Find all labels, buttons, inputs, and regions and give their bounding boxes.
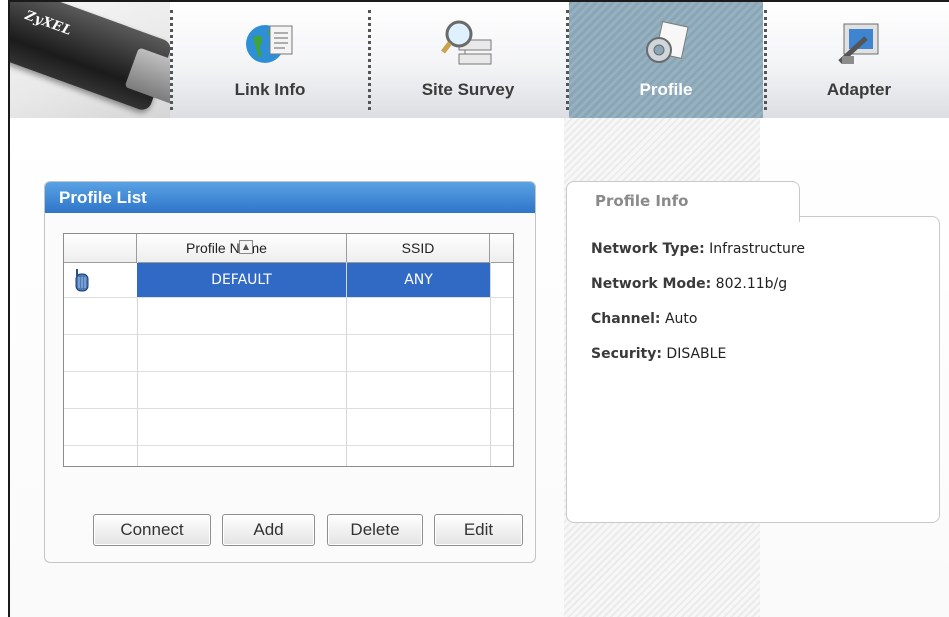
network-type-label: Network Type:: [591, 241, 705, 257]
channel-label: Channel:: [591, 311, 661, 327]
tab-site-survey[interactable]: Site Survey: [371, 2, 565, 118]
network-mode-value: 802.11b/g: [715, 276, 788, 292]
adapter-icon: [838, 23, 879, 64]
row-divider: [64, 334, 513, 335]
table-row-ssid[interactable]: ANY: [347, 263, 490, 297]
row-divider: [64, 297, 513, 298]
infrastructure-ap-icon: [75, 269, 89, 292]
profile-info-title: Profile Info: [595, 192, 689, 210]
row-divider: [64, 408, 513, 409]
security-label: Security:: [591, 346, 662, 362]
header-ssid[interactable]: SSID: [347, 234, 490, 262]
profile-list-title: Profile List: [45, 182, 535, 213]
tab-link-info-label: Link Info: [234, 80, 306, 99]
delete-button[interactable]: Delete: [327, 514, 423, 546]
table-header: Profile Name ▲ SSID: [64, 234, 513, 263]
tab-profile[interactable]: Profile: [569, 2, 763, 118]
connect-button[interactable]: Connect: [93, 514, 211, 546]
network-type-row: Network Type: Infrastructure: [591, 241, 805, 257]
tab-link-info[interactable]: Link Info: [173, 2, 367, 118]
profile-info-tab: Profile Info: [566, 181, 800, 222]
sort-ascending-icon[interactable]: ▲: [239, 240, 253, 254]
channel-row: Channel: Auto: [591, 311, 697, 327]
globe-document-icon: [246, 25, 293, 63]
channel-value: Auto: [664, 311, 698, 327]
row-divider: [64, 445, 513, 446]
security-row: Security: DISABLE: [591, 346, 726, 362]
tab-adapter-label: Adapter: [826, 80, 892, 99]
edit-button[interactable]: Edit: [434, 514, 523, 546]
table-row-profile-name[interactable]: DEFAULT: [137, 263, 346, 297]
tab-adapter[interactable]: Adapter: [767, 2, 949, 118]
top-nav-bar: ZyXEL Link Info Site Survey Profile Adap…: [10, 2, 949, 118]
gear-document-icon: [646, 21, 689, 63]
security-value: DISABLE: [666, 346, 727, 362]
header-icon-column: [64, 234, 137, 262]
profile-page: Profile List Profile Name ▲ SSID DEFAULT…: [10, 118, 949, 617]
network-mode-row: Network Mode: 802.11b/g: [591, 276, 787, 292]
magnifier-network-icon: [441, 20, 492, 65]
profile-table[interactable]: Profile Name ▲ SSID DEFAULT ANY: [63, 233, 514, 467]
tab-site-survey-label: Site Survey: [421, 80, 515, 99]
add-button[interactable]: Add: [222, 514, 315, 546]
app-window: ZyXEL Link Info Site Survey Profile Adap…: [8, 0, 949, 617]
network-type-value: Infrastructure: [709, 241, 805, 257]
brand-logo-area: ZyXEL: [10, 2, 170, 118]
column-divider: [490, 262, 491, 466]
profile-info-panel: Network Type: Infrastructure Network Mod…: [566, 216, 940, 523]
network-mode-label: Network Mode:: [591, 276, 712, 292]
tab-profile-label: Profile: [639, 80, 693, 99]
profile-list-panel: Profile List Profile Name ▲ SSID DEFAULT…: [44, 181, 536, 563]
row-divider: [64, 371, 513, 372]
